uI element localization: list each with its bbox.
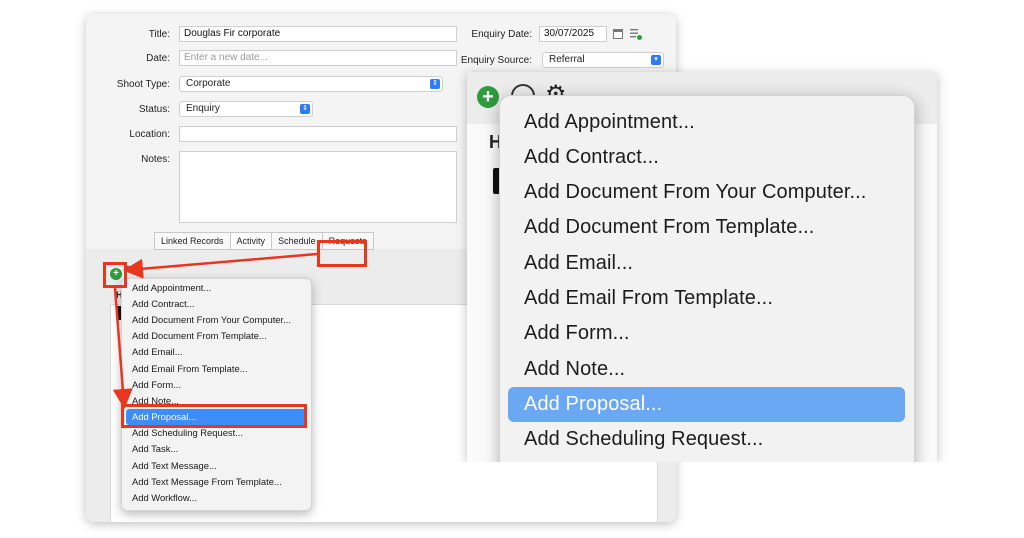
arrow-add-to-proposal (112, 287, 133, 409)
annotation-arrows (112, 252, 318, 409)
arrow-tab-to-add (123, 252, 318, 279)
